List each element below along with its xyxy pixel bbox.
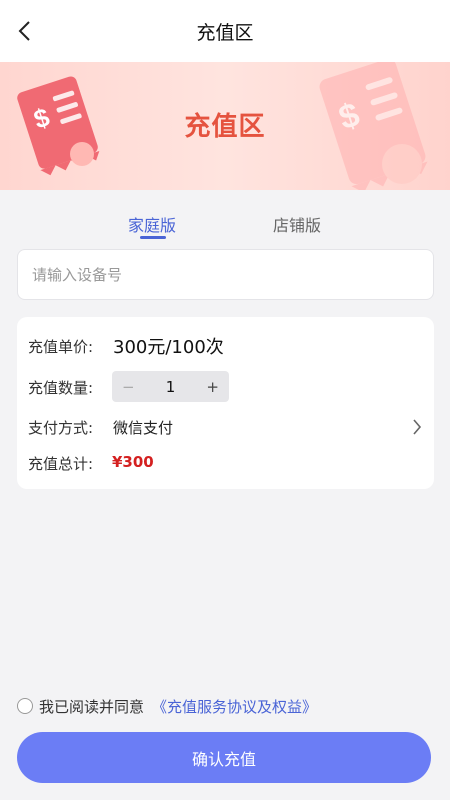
device-number-input[interactable] (17, 249, 434, 300)
page-title: 充值区 (196, 21, 254, 44)
order-card: 充值单价: 300元/100次 充值数量: − 1 + 支付方式: 微信支付 充… (17, 317, 434, 489)
total-value: ¥300 (112, 453, 154, 471)
agreement-link[interactable]: 《充值服务协议及权益》 (152, 696, 317, 717)
ticket-coin-icon: $ (319, 62, 428, 190)
nav-bar: 充值区 (0, 0, 450, 62)
tab-bar: 家庭版 店铺版 (0, 200, 450, 244)
active-tab-indicator (140, 236, 166, 239)
unit-price-label: 充值单价: (28, 338, 94, 356)
quantity-stepper: − 1 + (112, 371, 229, 402)
agreement-checkbox[interactable] (17, 698, 33, 714)
payment-method-value[interactable]: 微信支付 (113, 417, 173, 438)
confirm-recharge-button[interactable]: 确认充值 (17, 732, 431, 783)
quantity-value: 1 (165, 377, 176, 396)
chevron-right-icon[interactable] (412, 419, 422, 435)
payment-method-label: 支付方式: (28, 419, 94, 437)
banner: $ 充值区 $ (0, 62, 450, 190)
unit-price-value: 300元/100次 (113, 337, 224, 358)
decrement-button[interactable]: − (122, 378, 135, 396)
agreement-text: 我已阅读并同意 (39, 697, 145, 716)
tab-store-edition[interactable]: 店铺版 (273, 212, 321, 236)
agreement-row: 我已阅读并同意 《充值服务协议及权益》 (17, 694, 317, 718)
quantity-label: 充值数量: (28, 379, 94, 397)
chevron-left-icon[interactable] (14, 19, 38, 43)
tab-home-edition[interactable]: 家庭版 (128, 212, 176, 236)
increment-button[interactable]: + (206, 378, 219, 396)
total-label: 充值总计: (28, 455, 94, 473)
